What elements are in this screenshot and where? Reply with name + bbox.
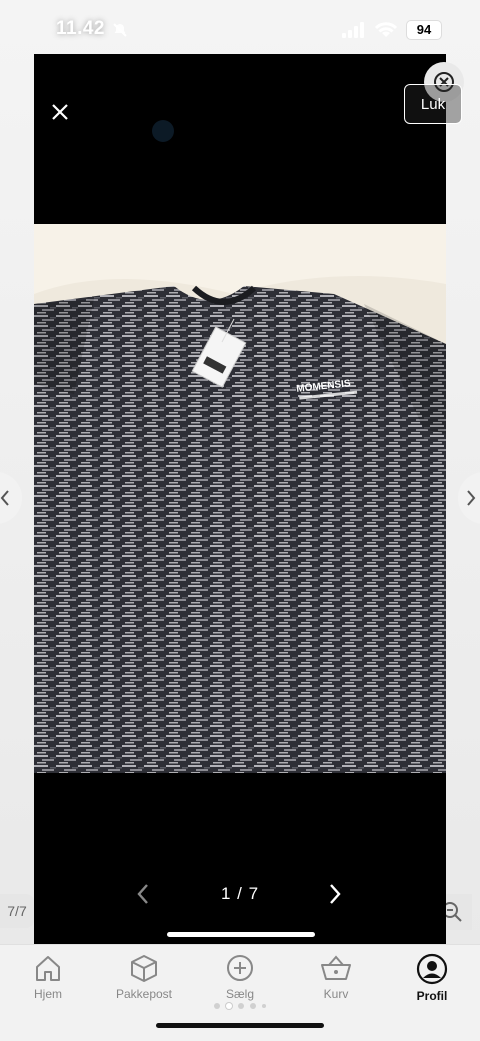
next-image-icon[interactable]	[326, 882, 344, 906]
status-bar: 11.42 94	[0, 0, 480, 52]
page-dot	[250, 1003, 256, 1009]
image-pager: 1 / 7	[34, 874, 446, 914]
page-dots	[0, 1003, 480, 1009]
page-dot-active	[226, 1003, 232, 1009]
tab-home[interactable]: Hjem	[3, 953, 93, 1001]
page-dot	[262, 1004, 266, 1008]
page-dot	[238, 1003, 244, 1009]
product-photo: MOMENSIS	[34, 224, 446, 773]
tab-sell[interactable]: Sælg	[195, 953, 285, 1001]
image-viewer: MOMENSIS 1 / 7	[34, 54, 446, 944]
mute-bell-icon	[113, 23, 127, 37]
image-position: 1 / 7	[220, 884, 260, 903]
image-count-badge: 7/7	[0, 894, 34, 928]
tab-package-label: Pakkepost	[115, 987, 173, 1001]
tab-profile-label: Profil	[416, 989, 448, 1003]
wifi-icon	[374, 22, 398, 37]
close-viewer-button[interactable]: Luk	[404, 84, 462, 124]
cellular-signal-icon	[342, 22, 364, 38]
chevron-left-icon	[0, 490, 9, 506]
tab-profile[interactable]: Profil	[387, 953, 477, 1003]
tab-basket-label: Kurv	[323, 987, 349, 1001]
status-time: 11.42	[56, 18, 105, 39]
page-dot	[214, 1003, 220, 1009]
tab-sell-label: Sælg	[225, 987, 254, 1001]
tshirt-image: MOMENSIS	[34, 224, 446, 773]
profile-icon	[416, 953, 448, 985]
home-icon	[36, 956, 60, 981]
battery-level: 94	[416, 22, 432, 37]
tab-package[interactable]: Pakkepost	[99, 953, 189, 1001]
viewer-handle	[167, 932, 315, 937]
blurred-spot	[152, 120, 174, 142]
battery-indicator: 94	[406, 20, 442, 40]
plus-circle-icon	[227, 955, 253, 981]
basket-icon	[321, 955, 351, 980]
chevron-right-icon	[467, 490, 476, 506]
tab-basket[interactable]: Kurv	[291, 953, 381, 1001]
tab-home-label: Hjem	[33, 987, 62, 1001]
bottom-tab-bar: Hjem Pakkepost Sælg Kurv Profil	[0, 944, 480, 1041]
home-indicator	[156, 1023, 324, 1028]
package-icon	[131, 955, 157, 982]
close-icon[interactable]	[50, 102, 70, 122]
